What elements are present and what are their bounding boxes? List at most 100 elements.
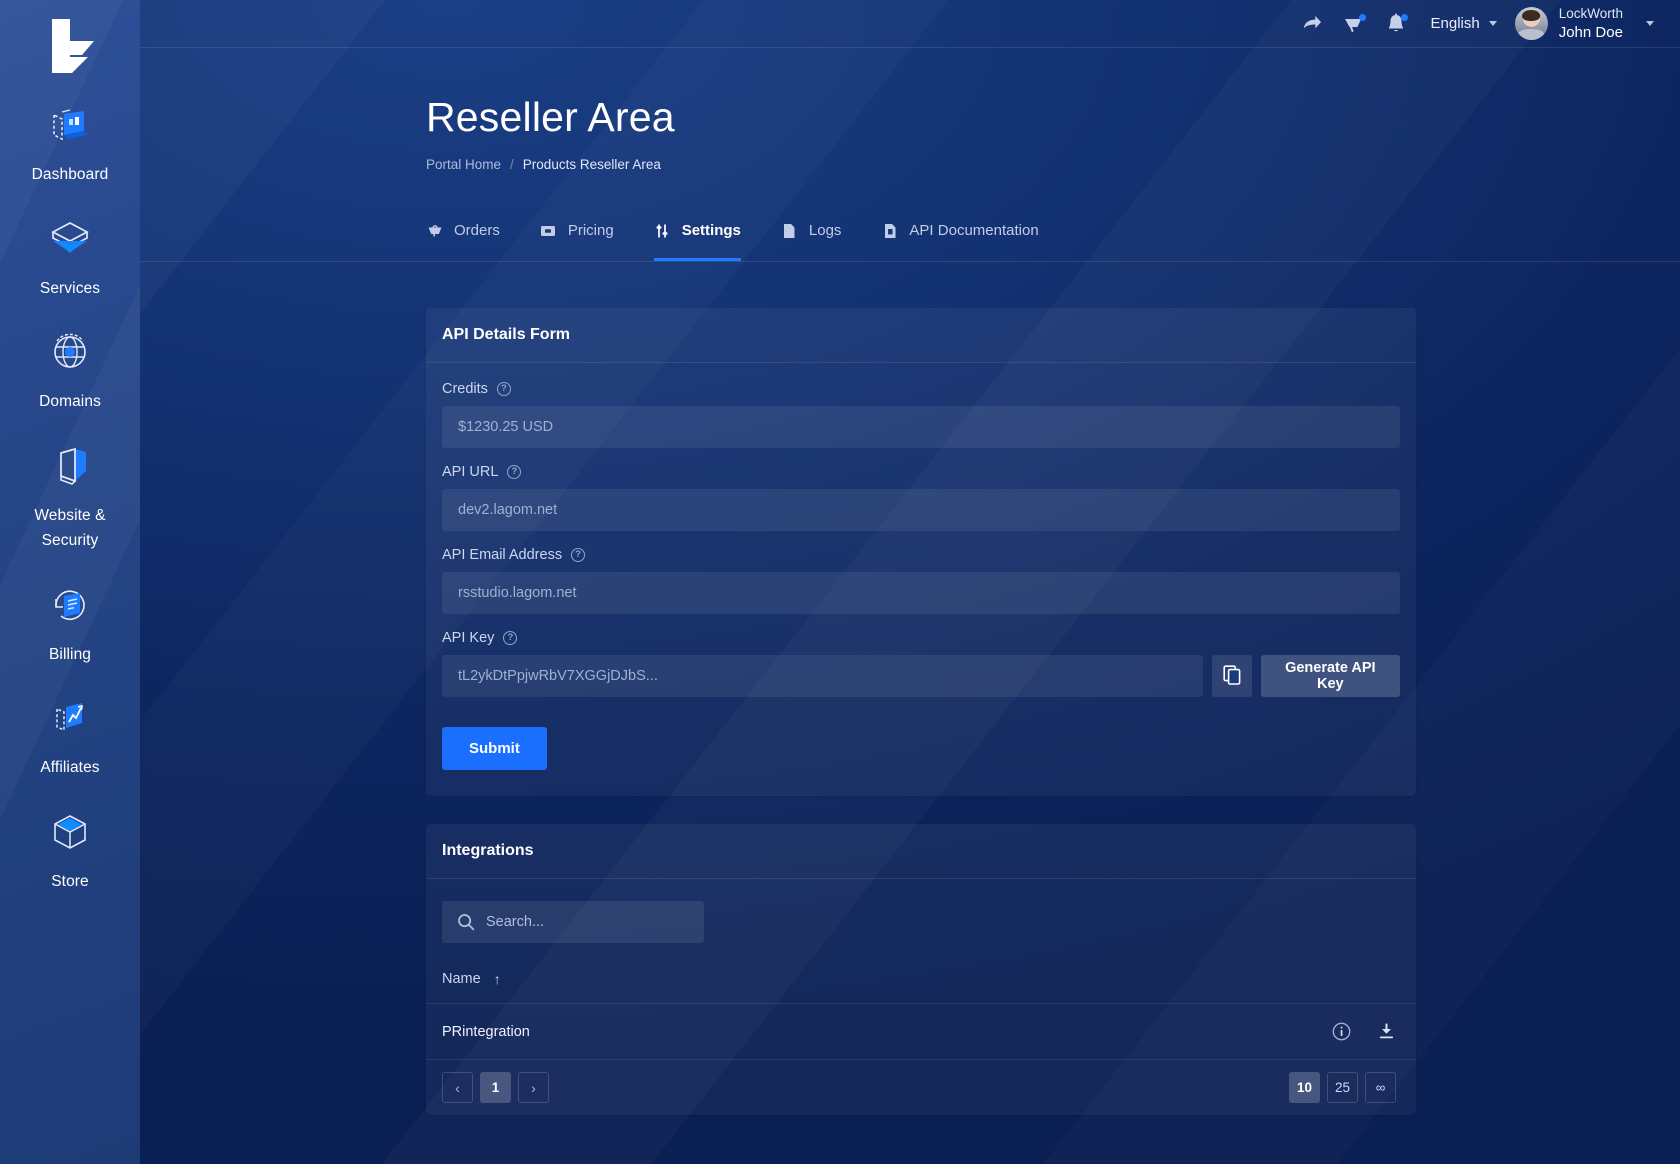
api-details-form-title: API Details Form: [426, 308, 1416, 363]
top-bar: English LockWorth John Doe: [140, 0, 1680, 48]
help-icon[interactable]: ?: [571, 548, 586, 562]
bell-notification-icon[interactable]: [1375, 3, 1417, 45]
chevron-down-icon: [1488, 21, 1497, 26]
column-header-name[interactable]: Name: [442, 971, 481, 987]
field-api-url: API URL ?: [442, 464, 1400, 531]
sidebar-item-dashboard[interactable]: Dashboard: [0, 88, 140, 202]
tab-settings[interactable]: Settings: [653, 212, 741, 261]
field-api-key: API Key ? tL2ykDtPpjwRbV7XGGjDJbS... Gen…: [442, 630, 1400, 697]
sidebar-item-billing[interactable]: Billing: [0, 568, 140, 682]
brand-logo[interactable]: [0, 6, 140, 88]
breadcrumb: Portal Home / Products Reseller Area: [426, 157, 1680, 172]
sidebar-nav: Dashboard Services Domains Website & Sec…: [0, 88, 140, 939]
field-label: API URL ?: [442, 464, 1400, 480]
api-email-input[interactable]: [442, 572, 1400, 614]
services-box-icon: [44, 214, 96, 264]
page-size-selector: 10 25 ∞: [1288, 1072, 1396, 1103]
tab-bar: Orders Pricing Settings Logs API Documen…: [426, 212, 1680, 261]
info-icon[interactable]: [1332, 1022, 1351, 1041]
api-details-form-body: Credits ? API URL ?: [426, 363, 1416, 796]
app-root: Dashboard Services Domains Website & Sec…: [0, 0, 1680, 1164]
language-selector[interactable]: English: [1431, 15, 1497, 32]
chevron-down-icon: [1646, 20, 1654, 26]
page-title: Reseller Area: [426, 94, 675, 140]
help-icon[interactable]: ?: [496, 382, 511, 396]
search-input[interactable]: [442, 901, 704, 943]
submit-button[interactable]: Submit: [442, 727, 547, 770]
api-url-input[interactable]: [442, 489, 1400, 531]
api-key-input[interactable]: [442, 655, 1203, 697]
download-icon[interactable]: [1377, 1022, 1396, 1041]
tab-api-documentation[interactable]: API Documentation: [881, 212, 1039, 261]
sidebar-item-services[interactable]: Services: [0, 202, 140, 316]
sidebar-item-label: Affiliates: [40, 759, 100, 777]
sidebar-item-label: Services: [39, 279, 101, 297]
field-label: Credits ?: [442, 381, 1400, 397]
field-label-text: Credits: [442, 381, 488, 397]
page-size-10[interactable]: 10: [1288, 1072, 1320, 1103]
cart-icon[interactable]: [1333, 3, 1375, 45]
pagination: ‹ 1 › 10 25 ∞: [426, 1060, 1416, 1115]
api-key-row: Generate API Key: [442, 655, 1400, 697]
sidebar: Dashboard Services Domains Website & Sec…: [0, 0, 140, 1164]
field-credits: Credits ?: [442, 381, 1400, 448]
integrations-table-header: Name ↑: [426, 943, 1416, 1003]
sidebar-item-website-security[interactable]: Website & Security: [0, 429, 140, 568]
file-icon: [781, 222, 798, 239]
help-icon[interactable]: ?: [507, 465, 522, 479]
pagination-next-button[interactable]: ›: [518, 1072, 549, 1103]
tab-pricing[interactable]: Pricing: [540, 212, 614, 261]
cart-badge-dot: [1358, 13, 1366, 21]
integration-name: PRintegration: [442, 1023, 530, 1040]
sidebar-item-label: Domains: [39, 393, 101, 411]
field-label-text: API URL: [442, 464, 499, 480]
field-label-text: API Key: [442, 630, 495, 646]
breadcrumb-home[interactable]: Portal Home: [426, 157, 501, 172]
bell-badge-dot: [1400, 13, 1408, 21]
pagination-prev-button[interactable]: ‹: [442, 1072, 473, 1103]
lagom-logo-icon: [52, 19, 94, 73]
share-arrow-icon[interactable]: [1291, 3, 1333, 45]
sidebar-item-store[interactable]: Store: [0, 795, 140, 939]
tab-logs[interactable]: Logs: [781, 212, 841, 261]
integrations-card: Integrations Name ↑ PRintegration: [426, 824, 1416, 1115]
website-security-shield-icon: [44, 441, 96, 491]
integrations-search: [442, 901, 704, 943]
breadcrumb-current: Products Reseller Area: [522, 157, 661, 172]
price-tag-icon: [540, 222, 557, 239]
search-icon: [457, 913, 475, 936]
sort-ascending-icon[interactable]: ↑: [494, 972, 501, 986]
help-icon[interactable]: ?: [503, 631, 518, 645]
sidebar-item-affiliates[interactable]: Affiliates: [0, 681, 140, 795]
dashboard-icon: [44, 100, 96, 150]
page-size-all[interactable]: ∞: [1365, 1072, 1396, 1103]
tab-orders[interactable]: Orders: [426, 212, 500, 261]
domains-globe-icon: [44, 327, 96, 377]
field-label: API Key ?: [442, 630, 1400, 646]
language-label: English: [1430, 15, 1480, 32]
user-menu[interactable]: LockWorth John Doe: [1514, 5, 1654, 43]
sidebar-item-domains[interactable]: Domains: [0, 315, 140, 429]
integrations-title: Integrations: [426, 824, 1416, 879]
user-meta: LockWorth John Doe: [1559, 5, 1623, 43]
tab-label: Settings: [681, 222, 741, 239]
field-label: API Email Address ?: [442, 547, 1400, 563]
breadcrumb-separator: /: [510, 157, 514, 172]
page-size-25[interactable]: 25: [1326, 1072, 1358, 1103]
user-name: John Doe: [1558, 23, 1623, 41]
user-company: LockWorth: [1558, 5, 1623, 21]
sidebar-item-label: Billing: [48, 645, 92, 663]
table-row[interactable]: PRintegration: [426, 1003, 1416, 1060]
credits-input[interactable]: [442, 406, 1400, 448]
sidebar-item-label: Website & Security: [34, 506, 106, 550]
generate-api-key-button[interactable]: Generate API Key: [1260, 655, 1400, 697]
sliders-icon: [654, 222, 671, 239]
field-label-text: API Email Address: [442, 547, 563, 563]
api-details-form-card: API Details Form Credits ? API URL ?: [426, 308, 1416, 796]
page-header: Reseller Area Portal Home / Products Res…: [140, 48, 1680, 172]
sidebar-item-label: Dashboard: [31, 166, 109, 183]
copy-api-key-button[interactable]: [1211, 655, 1252, 697]
row-actions: [1332, 1022, 1396, 1041]
pagination-page-1[interactable]: 1: [480, 1072, 511, 1103]
tab-label: Orders: [454, 222, 500, 239]
